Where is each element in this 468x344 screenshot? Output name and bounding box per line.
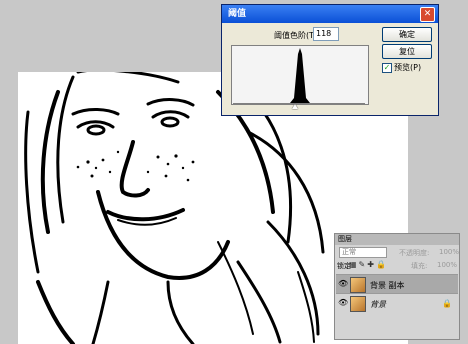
fill-value[interactable]: 100% [437, 261, 457, 269]
ok-button[interactable]: 确定 [382, 27, 432, 42]
threshold-slider-track[interactable] [233, 103, 365, 104]
threshold-dialog: 阈值 ✕ 阈值色阶(T): 118 确定 复位 ✓ 预览(P) [221, 4, 439, 116]
lock-icon: 🔒 [442, 299, 452, 308]
reset-button[interactable]: 复位 [382, 44, 432, 59]
layer-name: 背景 [370, 300, 386, 309]
opacity-value[interactable]: 100% [439, 248, 459, 256]
layers-tab[interactable]: 图层 [335, 234, 459, 245]
layer-thumbnail [350, 296, 366, 312]
eye-icon[interactable]: 👁 [338, 298, 348, 307]
threshold-slider-thumb[interactable] [292, 104, 298, 109]
fill-label: 填充: [411, 262, 428, 270]
layer-row-background[interactable]: 👁 背景 🔒 [336, 293, 458, 312]
histogram [231, 45, 369, 105]
dialog-title-bar[interactable]: 阈值 ✕ [222, 5, 438, 23]
eye-icon[interactable]: 👁 [338, 279, 348, 288]
preview-label: 预览(P) [394, 63, 422, 72]
opacity-label: 不透明度: [399, 249, 430, 257]
threshold-level-input[interactable]: 118 [313, 27, 339, 41]
layer-name: 背景 副本 [370, 281, 405, 290]
preview-checkbox[interactable]: ✓ [382, 63, 392, 73]
layers-panel: 图层 正常 不透明度: 100% 锁定: ▦✎✚🔒 填充: 100% 👁 背景 … [334, 233, 460, 340]
blend-mode-select[interactable]: 正常 [339, 247, 387, 258]
lock-icons[interactable]: ▦✎✚🔒 [349, 260, 388, 269]
layer-row-background-copy[interactable]: 👁 背景 副本 [336, 274, 458, 293]
layer-thumbnail [350, 277, 366, 293]
dialog-title: 阈值 [228, 9, 247, 19]
close-icon[interactable]: ✕ [420, 7, 435, 22]
